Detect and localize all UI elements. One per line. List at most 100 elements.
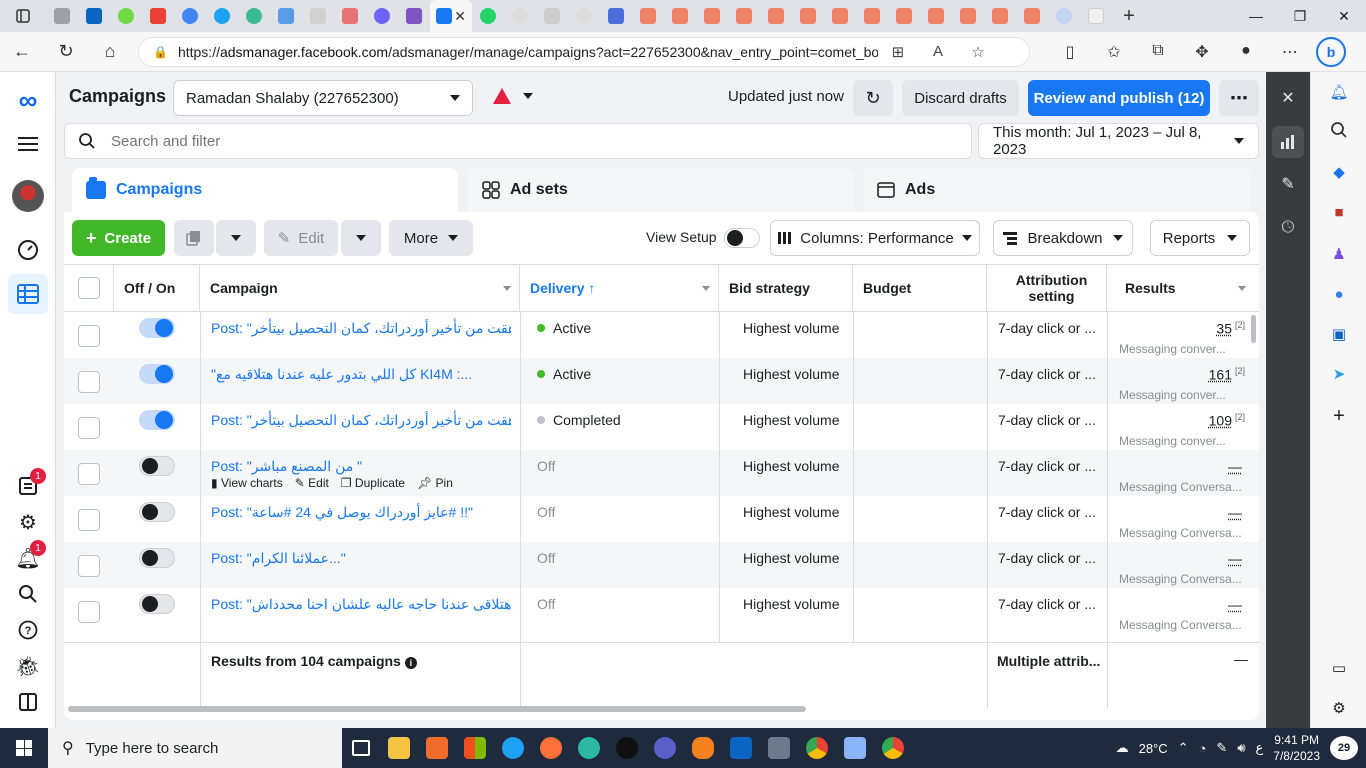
temperature-text[interactable]: 28°C: [1139, 741, 1168, 756]
header-toggle[interactable]: Off / On: [114, 265, 200, 311]
browser-tab[interactable]: [110, 0, 142, 32]
columns-button[interactable]: Columns: Performance: [770, 220, 980, 256]
campaign-on-off-toggle[interactable]: [139, 456, 175, 476]
campaign-name-cell[interactable]: Post: "مش هتلاقى عندنا حاجه عاليه علشان …: [211, 588, 511, 634]
search-icon[interactable]: [8, 574, 48, 614]
row-checkbox[interactable]: [78, 325, 100, 347]
row-checkbox[interactable]: [78, 555, 100, 577]
firefox-icon[interactable]: [532, 728, 570, 768]
show-hidden-icons[interactable]: ⌃: [1178, 740, 1189, 756]
table-row[interactable]: Post: "مش هتلاقى عندنا حاجه عاليه علشان …: [64, 588, 1259, 634]
ad-account-selector[interactable]: Ramadan Shalaby (227652300): [173, 80, 473, 116]
table-row[interactable]: "كل اللي بتدور عليه عندنا هتلاقيه مع KI4…: [64, 358, 1259, 404]
result-value[interactable]: —: [1228, 505, 1242, 521]
browser-tab[interactable]: [568, 0, 600, 32]
campaign-name-cell[interactable]: Post: "عملائنا الكرام...": [211, 542, 511, 588]
campaign-name[interactable]: "مش هتلاقى عندنا حاجه عاليه علشان احنا م…: [247, 596, 511, 612]
campaign-name[interactable]: "كل اللي بتدور عليه عندنا هتلاقيه مع KI4…: [211, 366, 472, 382]
campaign-name[interactable]: "زهقت من تأخير أوردراتك، كمان التحصيل بي…: [247, 412, 511, 428]
close-panel-icon[interactable]: ✕: [1272, 82, 1304, 114]
header-budget[interactable]: Budget: [853, 265, 987, 311]
tiktok-icon[interactable]: [608, 728, 646, 768]
header-campaign[interactable]: Campaign: [200, 265, 520, 311]
account-avatar[interactable]: [8, 176, 48, 216]
language-indicator[interactable]: ع: [1256, 740, 1264, 756]
duplicate-menu-button[interactable]: [216, 220, 256, 256]
campaign-on-off-toggle[interactable]: [139, 594, 175, 614]
profile-avatar[interactable]: ●: [1224, 42, 1268, 62]
campaign-name[interactable]: "عملائنا الكرام...": [247, 550, 346, 566]
review-publish-button[interactable]: Review and publish (12): [1028, 80, 1210, 116]
discard-drafts-button[interactable]: Discard drafts: [902, 80, 1019, 116]
campaign-name[interactable]: "زهقت من تأخير أوردراتك، كمان التحصيل بي…: [247, 320, 511, 336]
campaign-on-off-toggle[interactable]: [139, 364, 175, 384]
result-value[interactable]: 161: [1209, 367, 1232, 383]
browser-tab[interactable]: [888, 0, 920, 32]
browser-tab[interactable]: [302, 0, 334, 32]
weather-icon[interactable]: ☁: [1116, 740, 1129, 756]
apps-icon[interactable]: ⊞: [878, 43, 918, 61]
twitter-icon[interactable]: [494, 728, 532, 768]
sidebar-layout-icon[interactable]: ▭: [1327, 656, 1351, 680]
select-all-checkbox[interactable]: [77, 277, 100, 299]
panel-toggle-icon[interactable]: [8, 682, 48, 722]
browser-tab-active[interactable]: ✕: [430, 0, 472, 32]
row-checkbox[interactable]: [78, 371, 100, 393]
browser-tab[interactable]: [600, 0, 632, 32]
task-view-icon[interactable]: [342, 728, 380, 768]
campaign-on-off-toggle[interactable]: [139, 410, 175, 430]
browser-tab[interactable]: [238, 0, 270, 32]
favorites-icon[interactable]: ✩: [1092, 42, 1136, 62]
start-button[interactable]: [0, 728, 48, 768]
browser-tab[interactable]: [206, 0, 238, 32]
cloud-icon[interactable]: [684, 728, 722, 768]
more-options-button[interactable]: ⋯: [1219, 80, 1259, 116]
notification-center-badge[interactable]: 29: [1330, 736, 1358, 760]
campaign-on-off-toggle[interactable]: [139, 318, 175, 338]
pin-action[interactable]: 📌︎ Pin: [417, 476, 453, 490]
teams-icon[interactable]: [646, 728, 684, 768]
browser-tab[interactable]: [664, 0, 696, 32]
header-results[interactable]: Results: [1107, 265, 1254, 311]
browser-tab[interactable]: [824, 0, 856, 32]
campaign-name-cell[interactable]: Post: "زهقت من تأخير أوردراتك، كمان التح…: [211, 404, 511, 450]
browser-tab[interactable]: [78, 0, 110, 32]
dashboard-gauge-icon[interactable]: [8, 230, 48, 270]
file-explorer-icon[interactable]: [380, 728, 418, 768]
browser-tab[interactable]: [632, 0, 664, 32]
meta-logo-icon[interactable]: ∞: [8, 80, 48, 120]
campaign-name[interactable]: "عايز أوردراك يوصل في 24 #ساعة# !!": [247, 504, 473, 520]
browser-tab[interactable]: [760, 0, 792, 32]
tab-campaigns[interactable]: Campaigns: [72, 168, 458, 212]
edge-search-icon[interactable]: [1327, 118, 1351, 142]
bing-copilot-icon[interactable]: b: [1316, 36, 1346, 67]
minimize-icon[interactable]: —: [1234, 0, 1278, 32]
taskbar-search[interactable]: ⚲ Type here to search: [48, 728, 342, 768]
browser-tab[interactable]: [398, 0, 430, 32]
browser-tab[interactable]: [46, 0, 78, 32]
games-icon[interactable]: ♟: [1327, 242, 1351, 266]
browser-tab[interactable]: [334, 0, 366, 32]
collections-icon[interactable]: ⧉: [1136, 42, 1180, 62]
row-checkbox[interactable]: [78, 601, 100, 623]
refresh-button[interactable]: ↻: [44, 32, 88, 72]
add-sidebar-app-icon[interactable]: +: [1327, 404, 1351, 428]
store-icon[interactable]: [456, 728, 494, 768]
edit-button[interactable]: ✎ Edit: [264, 220, 338, 256]
campaign-on-off-toggle[interactable]: [139, 548, 175, 568]
outlook-app-icon[interactable]: [722, 728, 760, 768]
help-icon[interactable]: ?: [8, 610, 48, 650]
create-button[interactable]: + Create: [72, 220, 165, 256]
restore-icon[interactable]: ❐: [1278, 0, 1322, 32]
close-tab-icon[interactable]: ✕: [454, 8, 466, 25]
edge-notification-bell-icon[interactable]: 🔔︎: [1327, 80, 1351, 104]
system-clock[interactable]: 9:41 PM 7/8/2023: [1273, 732, 1320, 764]
duplicate-action[interactable]: ❐ Duplicate: [341, 476, 405, 490]
campaign-on-off-toggle[interactable]: [139, 502, 175, 522]
volume-icon[interactable]: 🔊︎: [1237, 740, 1245, 756]
edge-icon[interactable]: [570, 728, 608, 768]
tab-ad-sets[interactable]: Ad sets: [468, 168, 854, 212]
result-value[interactable]: 35: [1216, 321, 1232, 337]
row-checkbox[interactable]: [78, 417, 100, 439]
read-aloud-icon[interactable]: A: [918, 43, 958, 60]
